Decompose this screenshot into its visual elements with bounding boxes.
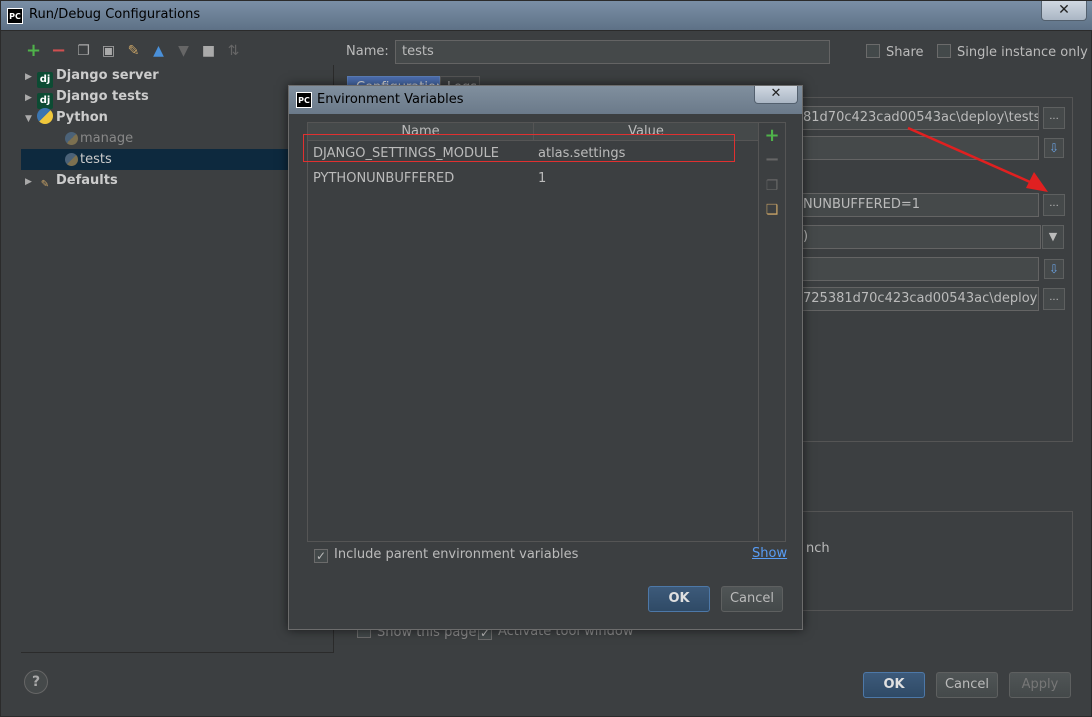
dialog-close-button[interactable]: ✕ bbox=[754, 86, 798, 104]
window-title: Run/Debug Configurations bbox=[29, 7, 201, 22]
name-input[interactable]: tests bbox=[395, 40, 830, 64]
add-icon[interactable]: + bbox=[23, 41, 44, 61]
tree-item-defaults[interactable]: ▶ ✎ Defaults bbox=[25, 170, 118, 191]
name-label: Name: bbox=[346, 44, 389, 59]
wrench-icon: ✎ bbox=[40, 179, 50, 190]
config-toolbar: + − ❐ ▣ ✎ ▲ ▼ ■ ⇅ bbox=[23, 41, 244, 61]
dialog-cancel-button[interactable]: Cancel bbox=[721, 586, 783, 612]
dialog-title: Environment Variables bbox=[317, 92, 464, 107]
before-launch-label: nch bbox=[806, 541, 830, 556]
include-parent-label: Include parent environment variables bbox=[334, 547, 579, 562]
paste-icon[interactable]: ❏ bbox=[763, 201, 781, 219]
tree-item-label: Python bbox=[56, 110, 108, 125]
collapse-arrow-icon[interactable]: ▼ bbox=[25, 109, 37, 130]
copy-icon[interactable]: ❐ bbox=[73, 41, 94, 61]
table-row[interactable]: DJANGO_SETTINGS_MODULE atlas.settings bbox=[308, 142, 758, 166]
remove-icon[interactable]: − bbox=[48, 41, 69, 61]
include-parent-option[interactable]: Include parent environment variables bbox=[314, 547, 578, 563]
copy-icon[interactable]: ❐ bbox=[763, 177, 781, 195]
table-side-toolbar: + − ❐ ❏ bbox=[759, 122, 786, 542]
tree-item-label: Django tests bbox=[56, 89, 149, 104]
env-name-cell[interactable]: DJANGO_SETTINGS_MODULE bbox=[313, 142, 499, 166]
pycharm-app-icon: PC bbox=[7, 8, 23, 24]
window-close-button[interactable]: ✕ bbox=[1041, 1, 1087, 21]
tree-item-label: tests bbox=[80, 152, 112, 167]
dialog-ok-button[interactable]: OK bbox=[648, 586, 710, 612]
tree-item-python[interactable]: ▼ Python bbox=[25, 107, 108, 128]
pycharm-app-icon: PC bbox=[296, 92, 312, 108]
insert-macro-icon[interactable]: ⇩ bbox=[1044, 138, 1064, 158]
environment-variables-field[interactable]: NUNBUFFERED=1 bbox=[791, 193, 1039, 217]
tree-item-label: manage bbox=[80, 131, 134, 146]
table-header: Name Value bbox=[308, 123, 758, 141]
script-browse-button[interactable]: ... bbox=[1043, 107, 1065, 129]
column-header-value[interactable]: Value bbox=[534, 123, 758, 141]
expand-arrow-icon[interactable]: ▶ bbox=[25, 67, 37, 88]
table-row[interactable]: PYTHONUNBUFFERED 1 bbox=[308, 167, 758, 191]
tree-item-label: Django server bbox=[56, 68, 159, 83]
show-link[interactable]: Show bbox=[752, 546, 787, 561]
environment-variables-dialog: PC Environment Variables ✕ Name Value DJ… bbox=[288, 85, 803, 630]
help-button[interactable]: ? bbox=[24, 670, 48, 694]
share-label: Share bbox=[886, 45, 924, 60]
insert-macro-icon[interactable]: ⇩ bbox=[1044, 259, 1064, 279]
expand-arrow-icon[interactable]: ▶ bbox=[25, 88, 37, 109]
column-header-name[interactable]: Name bbox=[308, 123, 534, 141]
script-path-field[interactable]: 81d70c423cad00543ac\deploy\tests.py bbox=[791, 106, 1039, 130]
expand-arrow-icon[interactable]: ▶ bbox=[25, 172, 37, 193]
tree-item-django-server[interactable]: ▶ dj Django server bbox=[25, 65, 159, 88]
python-icon bbox=[37, 108, 53, 124]
tree-item-tests[interactable]: tests bbox=[21, 149, 333, 170]
script-params-field[interactable] bbox=[791, 136, 1039, 160]
add-icon[interactable]: + bbox=[763, 127, 781, 145]
ok-button[interactable]: OK bbox=[863, 672, 925, 698]
dialog-titlebar: PC Environment Variables ✕ bbox=[289, 86, 802, 114]
apply-button[interactable]: Apply bbox=[1009, 672, 1071, 698]
window-titlebar: PC Run/Debug Configurations ✕ bbox=[1, 1, 1092, 31]
env-value-cell[interactable]: 1 bbox=[538, 167, 546, 191]
tree-item-label: Defaults bbox=[56, 173, 118, 188]
remove-icon[interactable]: − bbox=[763, 151, 781, 169]
single-instance-option[interactable]: Single instance only bbox=[937, 44, 1088, 60]
sort-icon[interactable]: ⇅ bbox=[223, 41, 244, 61]
interpreter-options-field[interactable] bbox=[791, 257, 1039, 281]
tree-item-manage[interactable]: manage bbox=[65, 128, 133, 149]
python-icon bbox=[65, 132, 78, 145]
python-icon bbox=[65, 153, 78, 166]
env-name-cell[interactable]: PYTHONUNBUFFERED bbox=[313, 167, 454, 191]
interpreter-dropdown-icon[interactable]: ▼ bbox=[1042, 225, 1064, 249]
workdir-browse-button[interactable]: ... bbox=[1043, 288, 1065, 310]
working-directory-field[interactable]: 725381d70c423cad00543ac\deploy bbox=[791, 287, 1039, 311]
env-browse-button[interactable]: ... bbox=[1043, 194, 1065, 216]
env-variables-table: Name Value DJANGO_SETTINGS_MODULE atlas.… bbox=[307, 122, 759, 542]
folder-icon[interactable]: ■ bbox=[198, 41, 219, 61]
move-down-icon[interactable]: ▼ bbox=[173, 41, 194, 61]
single-instance-checkbox[interactable] bbox=[937, 44, 951, 58]
include-parent-checkbox[interactable] bbox=[314, 549, 328, 563]
env-value-cell[interactable]: atlas.settings bbox=[538, 142, 625, 166]
move-up-icon[interactable]: ▲ bbox=[148, 41, 169, 61]
tree-item-django-tests[interactable]: ▶ dj Django tests bbox=[25, 86, 149, 109]
save-icon[interactable]: ▣ bbox=[98, 41, 119, 61]
cancel-button[interactable]: Cancel bbox=[936, 672, 998, 698]
wrench-icon[interactable]: ✎ bbox=[123, 41, 144, 61]
share-checkbox[interactable] bbox=[866, 44, 880, 58]
single-instance-label: Single instance only bbox=[957, 45, 1088, 60]
interpreter-select[interactable]: ) bbox=[791, 225, 1041, 249]
share-option[interactable]: Share bbox=[866, 44, 924, 60]
